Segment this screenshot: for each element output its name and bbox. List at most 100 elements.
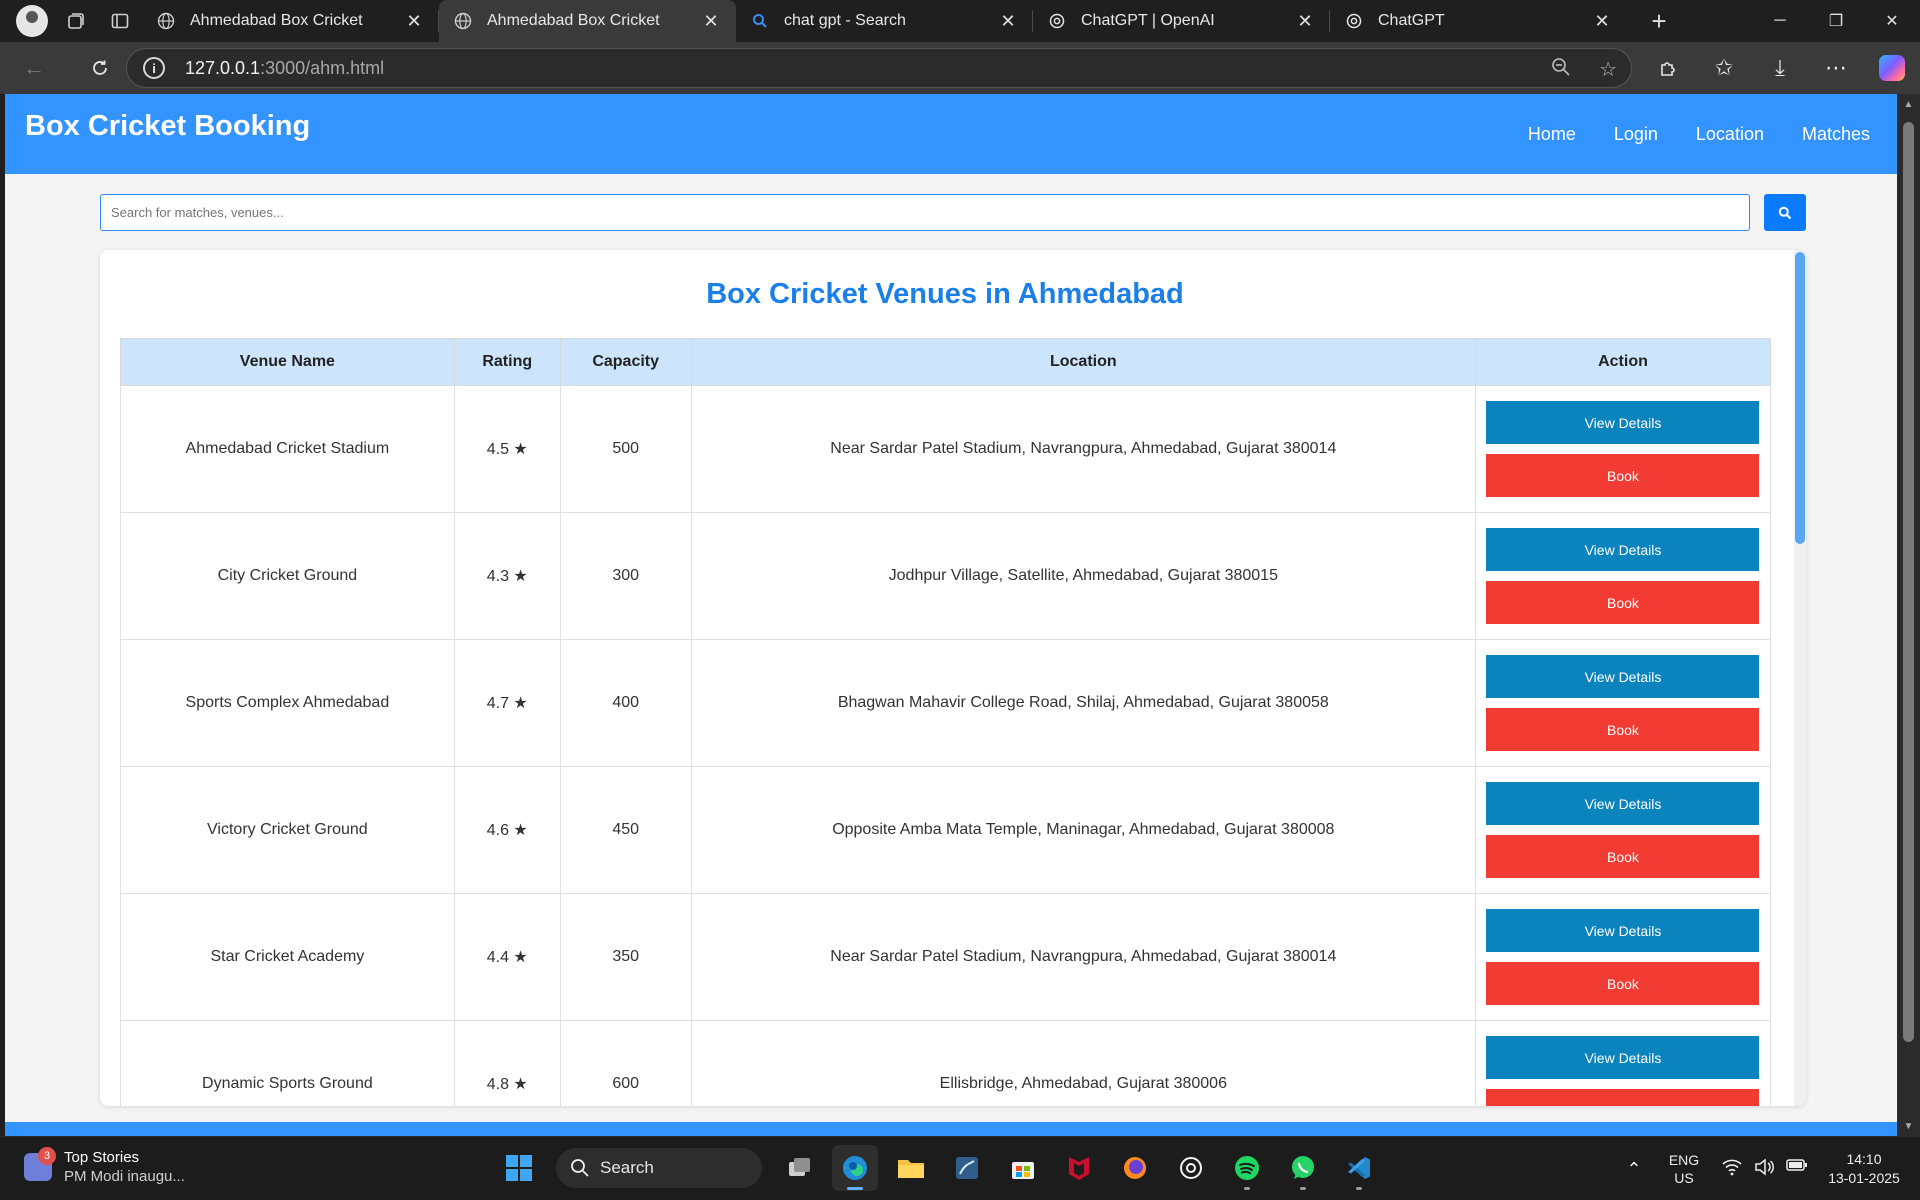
task-view-icon[interactable] bbox=[776, 1145, 822, 1191]
action-cell: View Details Book bbox=[1474, 893, 1772, 1021]
refresh-icon[interactable] bbox=[78, 48, 122, 88]
close-tab-icon[interactable]: ✕ bbox=[700, 10, 722, 32]
search-input[interactable] bbox=[100, 194, 1750, 231]
extensions-icon[interactable] bbox=[1640, 48, 1696, 88]
language-indicator[interactable]: ENG US bbox=[1654, 1151, 1714, 1187]
clock[interactable]: 14:10 13-01-2025 bbox=[1822, 1150, 1920, 1188]
vertical-tabs-icon[interactable] bbox=[98, 0, 142, 42]
windows-start-icon[interactable] bbox=[496, 1145, 542, 1191]
news-widget[interactable]: 3 Top Stories PM Modi inaugu... bbox=[24, 1147, 185, 1185]
page-scrollbar-thumb[interactable] bbox=[1903, 122, 1914, 1042]
book-button[interactable]: Book bbox=[1486, 835, 1760, 878]
address-bar[interactable]: i 127.0.0.1:3000/ahm.html ☆ bbox=[126, 48, 1632, 88]
view-details-button[interactable]: View Details bbox=[1486, 401, 1760, 444]
favorites-icon[interactable]: ✩ bbox=[1696, 48, 1752, 88]
nav-matches-link[interactable]: Matches bbox=[1802, 124, 1870, 145]
tab-title: ChatGPT bbox=[1378, 12, 1445, 29]
scroll-up-arrow-icon[interactable]: ▲ bbox=[1897, 94, 1920, 114]
browser-tab[interactable]: ChatGPT ✕ bbox=[1330, 0, 1627, 42]
zoom-out-icon[interactable] bbox=[1551, 57, 1571, 83]
venue-name: City Cricket Ground bbox=[120, 512, 455, 640]
taskbar-search-box[interactable]: Search bbox=[556, 1148, 762, 1188]
url-host: 127.0.0.1 bbox=[185, 57, 261, 78]
close-window-icon[interactable]: ✕ bbox=[1864, 0, 1920, 42]
close-tab-icon[interactable]: ✕ bbox=[403, 10, 425, 32]
quick-settings[interactable] bbox=[1714, 1157, 1822, 1181]
openai-icon bbox=[1047, 11, 1067, 31]
workspaces-icon[interactable] bbox=[54, 0, 98, 42]
firefox-icon[interactable] bbox=[1112, 1145, 1158, 1191]
mcafee-icon[interactable] bbox=[1056, 1145, 1102, 1191]
table-row: City Cricket Ground 4.3 ★ 300 Jodhpur Vi… bbox=[120, 512, 1772, 640]
view-details-button[interactable]: View Details bbox=[1486, 1036, 1760, 1079]
browser-tab[interactable]: chat gpt - Search ✕ bbox=[736, 0, 1033, 42]
windows-taskbar: 3 Top Stories PM Modi inaugu... Search ⌃… bbox=[0, 1136, 1920, 1200]
page-scrollbar[interactable]: ▲ ▼ bbox=[1897, 94, 1920, 1136]
url-path: :3000/ahm.html bbox=[260, 57, 385, 78]
taskbar-search-label: Search bbox=[600, 1158, 654, 1177]
language-code: ENG bbox=[1668, 1152, 1700, 1168]
venue-name: Dynamic Sports Ground bbox=[120, 1020, 455, 1106]
venue-name: Star Cricket Academy bbox=[120, 893, 455, 1021]
venue-rating: 4.3 ★ bbox=[453, 512, 561, 640]
venue-location: Bhagwan Mahavir College Road, Shilaj, Ah… bbox=[690, 639, 1476, 767]
view-details-button[interactable]: View Details bbox=[1486, 782, 1760, 825]
new-tab-button[interactable]: + bbox=[1637, 0, 1681, 42]
browser-tab[interactable]: ChatGPT | OpenAI ✕ bbox=[1033, 0, 1330, 42]
profile-avatar[interactable] bbox=[10, 0, 54, 42]
venue-rating: 4.5 ★ bbox=[453, 385, 561, 513]
close-tab-icon[interactable]: ✕ bbox=[1591, 10, 1613, 32]
venue-location: Opposite Amba Mata Temple, Maninagar, Ah… bbox=[690, 766, 1476, 894]
action-cell: View Details Book bbox=[1474, 1020, 1772, 1106]
edge-icon[interactable] bbox=[832, 1145, 878, 1191]
more-menu-icon[interactable]: ⋯ bbox=[1808, 48, 1864, 88]
nav-home-link[interactable]: Home bbox=[1528, 124, 1576, 145]
scroll-down-arrow-icon[interactable]: ▼ bbox=[1897, 1116, 1920, 1136]
news-headline: PM Modi inaugu... bbox=[64, 1168, 185, 1185]
column-header: Venue Name bbox=[120, 338, 455, 386]
site-info-icon[interactable]: i bbox=[143, 57, 165, 79]
store-icon[interactable] bbox=[1000, 1145, 1046, 1191]
column-header: Action bbox=[1474, 338, 1772, 386]
view-details-button[interactable]: View Details bbox=[1486, 909, 1760, 952]
volume-icon bbox=[1754, 1157, 1774, 1181]
minimize-icon[interactable]: ─ bbox=[1752, 0, 1808, 42]
clock-time: 14:10 bbox=[1846, 1151, 1882, 1167]
chatgpt-icon[interactable] bbox=[1168, 1145, 1214, 1191]
view-details-button[interactable]: View Details bbox=[1486, 528, 1760, 571]
chevron-up-icon[interactable]: ⌃ bbox=[1614, 1159, 1654, 1180]
column-header: Location bbox=[690, 338, 1476, 386]
venue-capacity: 350 bbox=[559, 893, 692, 1021]
back-arrow-icon[interactable]: ← bbox=[12, 48, 56, 88]
search-button[interactable] bbox=[1764, 194, 1806, 231]
restore-icon[interactable]: ❐ bbox=[1808, 0, 1864, 42]
battery-icon bbox=[1786, 1158, 1808, 1181]
card-scrollbar-thumb[interactable] bbox=[1795, 252, 1805, 544]
spotify-icon[interactable] bbox=[1224, 1145, 1270, 1191]
globe-icon bbox=[453, 11, 473, 31]
book-button[interactable]: Book bbox=[1486, 454, 1760, 497]
card-scrollbar[interactable] bbox=[1794, 250, 1806, 1106]
whatsapp-icon[interactable] bbox=[1280, 1145, 1326, 1191]
view-details-button[interactable]: View Details bbox=[1486, 655, 1760, 698]
vscode-icon[interactable] bbox=[1336, 1145, 1382, 1191]
site-nav: Home Login Location Matches bbox=[1528, 124, 1870, 145]
book-button[interactable]: Book bbox=[1486, 708, 1760, 751]
browser-tab-strip: Ahmedabad Box Cricket ✕ Ahmedabad Box Cr… bbox=[0, 0, 1920, 42]
book-button[interactable]: Book bbox=[1486, 962, 1760, 1005]
sql-tool-icon[interactable] bbox=[944, 1145, 990, 1191]
close-tab-icon[interactable]: ✕ bbox=[1294, 10, 1316, 32]
copilot-icon[interactable] bbox=[1864, 48, 1920, 88]
browser-tab[interactable]: Ahmedabad Box Cricket ✕ bbox=[142, 0, 439, 42]
close-tab-icon[interactable]: ✕ bbox=[997, 10, 1019, 32]
nav-location-link[interactable]: Location bbox=[1696, 124, 1764, 145]
book-button[interactable]: Book bbox=[1486, 1089, 1760, 1106]
file-explorer-icon[interactable] bbox=[888, 1145, 934, 1191]
downloads-icon[interactable]: ⤓ bbox=[1752, 48, 1808, 88]
book-button[interactable]: Book bbox=[1486, 581, 1760, 624]
site-header: Box Cricket Booking Home Login Location … bbox=[5, 94, 1897, 174]
favorite-star-icon[interactable]: ☆ bbox=[1599, 57, 1617, 83]
browser-tab-active[interactable]: Ahmedabad Box Cricket ✕ bbox=[439, 0, 736, 42]
nav-login-link[interactable]: Login bbox=[1614, 124, 1658, 145]
table-row: Ahmedabad Cricket Stadium 4.5 ★ 500 Near… bbox=[120, 385, 1772, 513]
